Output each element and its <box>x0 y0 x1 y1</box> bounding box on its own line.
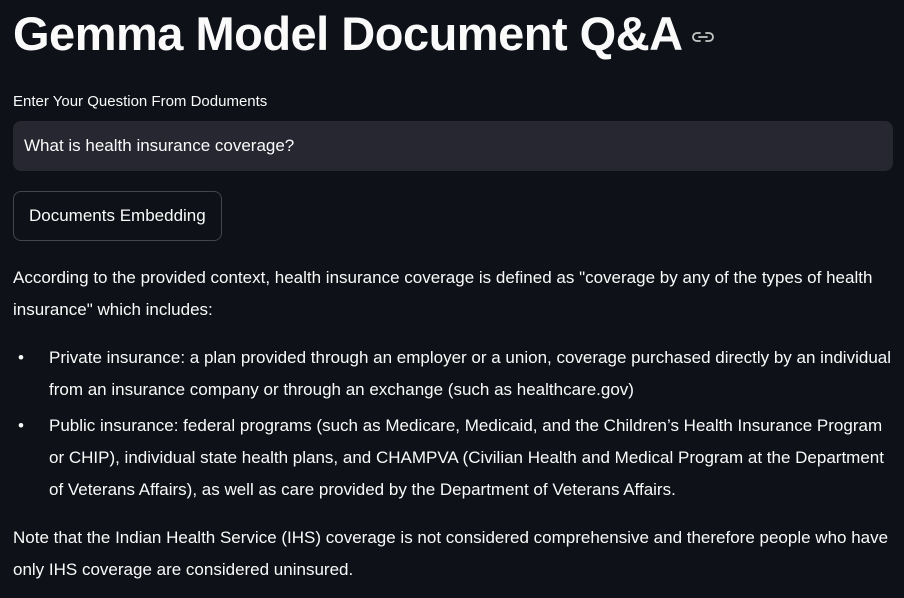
link-icon[interactable] <box>691 29 715 45</box>
answer-list-item: • Private insurance: a plan provided thr… <box>13 342 895 406</box>
page-title: Gemma Model Document Q&A <box>13 7 683 60</box>
question-input[interactable] <box>13 121 893 171</box>
answer-intro: According to the provided context, healt… <box>13 268 873 319</box>
documents-embedding-button[interactable]: Documents Embedding <box>13 191 222 241</box>
answer-list-item: • Public insurance: federal programs (su… <box>13 410 895 506</box>
answer-list-item-text: Private insurance: a plan provided throu… <box>49 348 892 399</box>
link-icon-svg <box>691 32 714 42</box>
answer-note: Note that the Indian Health Service (IHS… <box>13 528 889 579</box>
title-row: Gemma Model Document Q&A <box>13 4 715 64</box>
bullet-icon: • <box>18 416 24 435</box>
answer-list: • Private insurance: a plan provided thr… <box>13 342 895 506</box>
app-page: Gemma Model Document Q&A Enter Your Ques… <box>0 0 904 598</box>
question-label: Enter Your Question From Doduments <box>13 93 268 110</box>
answer-block: According to the provided context, healt… <box>13 262 895 586</box>
bullet-icon: • <box>18 348 24 367</box>
answer-list-item-text: Public insurance: federal programs (such… <box>49 416 884 499</box>
